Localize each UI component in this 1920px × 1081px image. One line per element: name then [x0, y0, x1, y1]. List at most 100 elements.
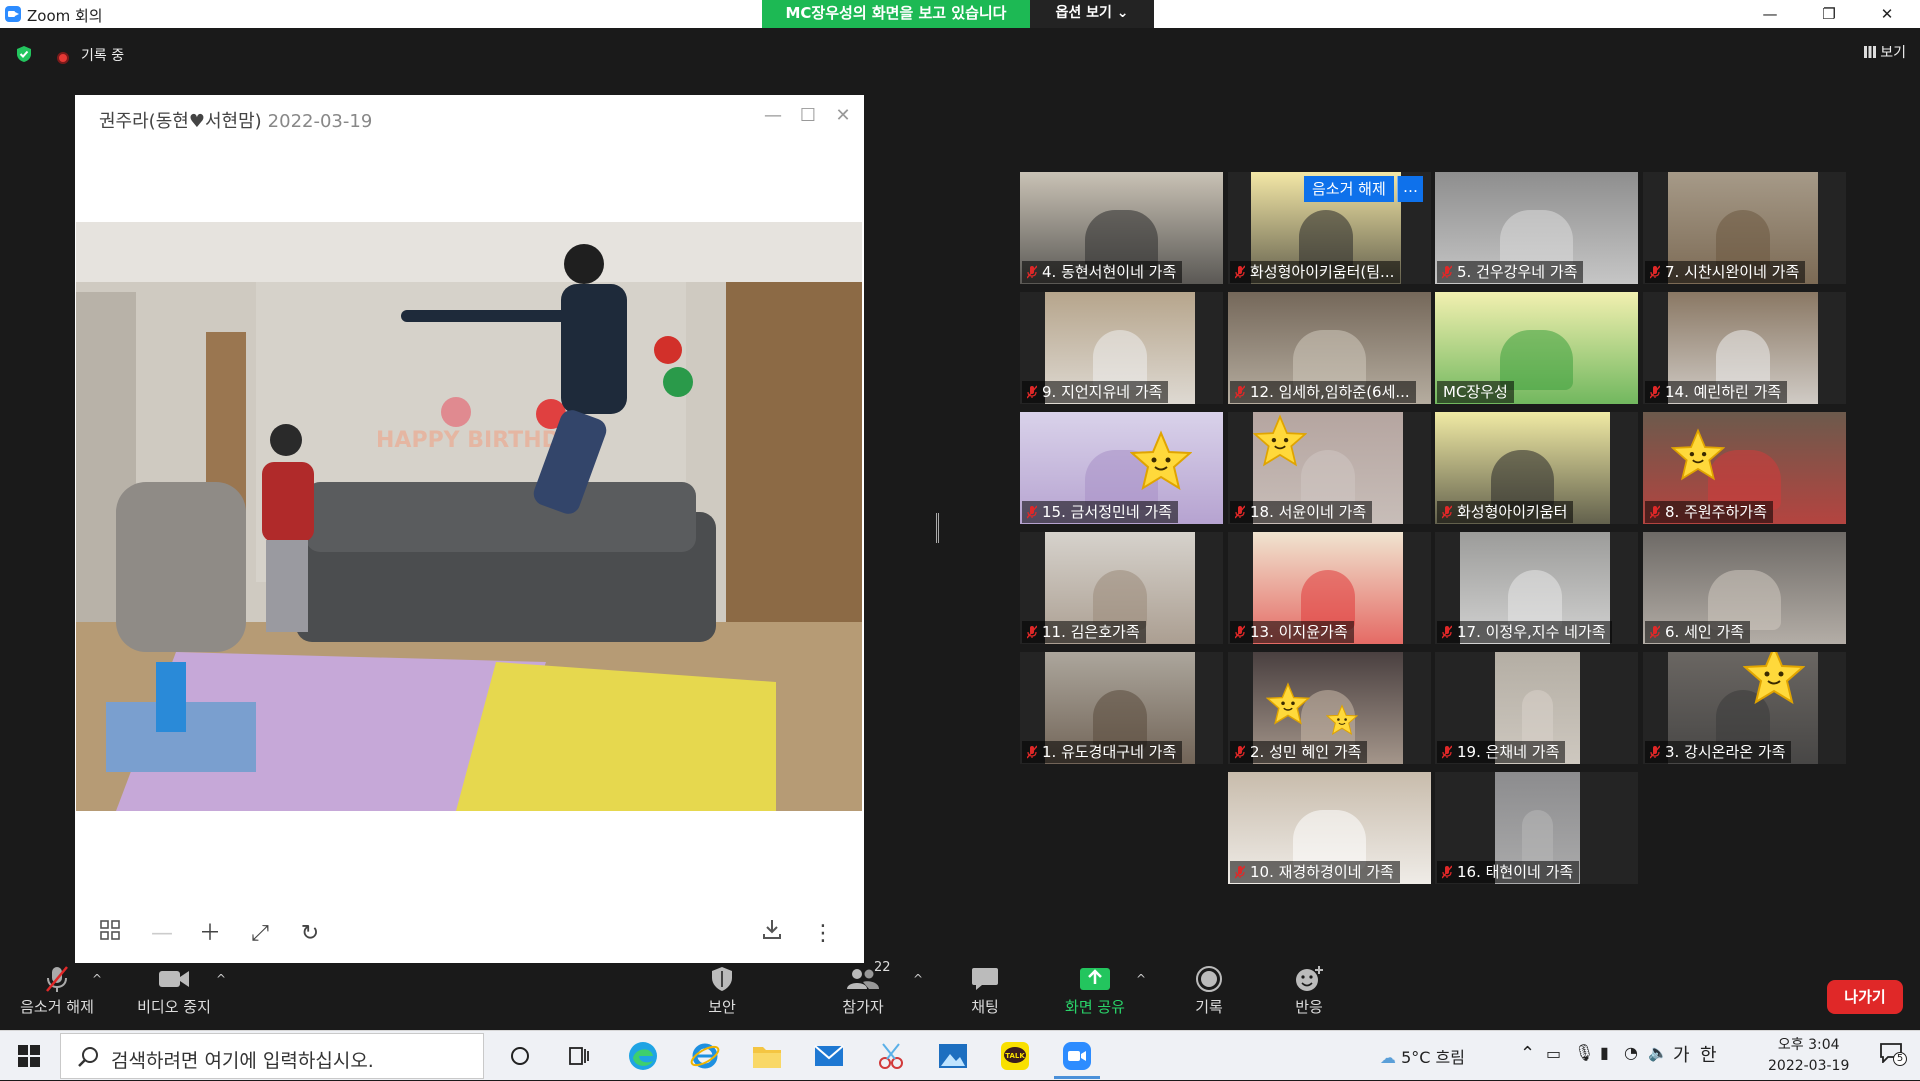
- viewer-close-button[interactable]: ✕: [828, 105, 858, 126]
- taskbar-search-box[interactable]: 검색하려면 여기에 입력하십시오.: [60, 1033, 484, 1079]
- shared-image-viewer: 권주라(동현♥서현맘) 2022-03-19 — ☐ ✕ HAPPY BIRTH…: [75, 95, 864, 963]
- participant-name: 11. 김은호가족: [1022, 621, 1146, 643]
- participant-tile[interactable]: 11. 김은호가족: [1020, 532, 1223, 644]
- clock[interactable]: 오후 3:04 2022-03-19: [1768, 1035, 1849, 1077]
- share-options-caret[interactable]: ^: [1136, 972, 1146, 986]
- internet-explorer-button[interactable]: [676, 1033, 734, 1079]
- task-view-button[interactable]: [550, 1033, 608, 1079]
- stop-video-button[interactable]: 비디오 중지: [128, 962, 220, 1030]
- participant-tile[interactable]: 16. 태현이네 가족: [1435, 772, 1638, 884]
- share-screen-button[interactable]: 화면 공유: [1060, 962, 1130, 1030]
- download-button[interactable]: [755, 917, 789, 951]
- chat-label: 채팅: [971, 998, 999, 1016]
- participant-tile[interactable]: 12. 임세하,임하준(6세...: [1228, 292, 1431, 404]
- tile-unmute-button[interactable]: 음소거 해제: [1304, 176, 1394, 202]
- participant-tile[interactable]: 9. 지언지유네 가족: [1020, 292, 1223, 404]
- microphone-icon[interactable]: 🎙: [1574, 1043, 1594, 1062]
- network-icon[interactable]: ◔: [1624, 1043, 1638, 1062]
- participant-name-text: 3. 강시온라온 가족: [1665, 743, 1786, 761]
- view-layout-button[interactable]: 보기: [1864, 42, 1906, 62]
- participant-tile[interactable]: 화성형아이키움터: [1435, 412, 1638, 524]
- snipping-tool-button[interactable]: [862, 1033, 920, 1079]
- participant-tile[interactable]: 15. 금서정민네 가족: [1020, 412, 1223, 524]
- kakaotalk-icon: TALK: [1001, 1042, 1029, 1070]
- ime-indicator[interactable]: 가: [1673, 1041, 1690, 1067]
- viewer-minimize-button[interactable]: —: [758, 105, 788, 126]
- participant-name-text: 17. 이정우,지수 네가족: [1457, 623, 1606, 641]
- participant-tile[interactable]: 6. 세인 가족: [1643, 532, 1846, 644]
- fit-screen-button[interactable]: ⤢: [243, 917, 277, 951]
- zoom-in-button[interactable]: ＋: [193, 917, 227, 951]
- muted-mic-icon: [1442, 505, 1452, 519]
- mail-button[interactable]: [800, 1033, 858, 1079]
- file-explorer-button[interactable]: [738, 1033, 796, 1079]
- participant-tile[interactable]: 2. 성민 혜인 가족: [1228, 652, 1431, 764]
- more-options-button[interactable]: ⋮: [806, 917, 840, 951]
- zoom-taskbar-button[interactable]: [1048, 1033, 1106, 1079]
- view-options-button[interactable]: 옵션 보기 ⌄: [1030, 0, 1154, 28]
- participant-name: 1. 유도경대구네 가족: [1022, 741, 1183, 763]
- stop-video-label: 비디오 중지: [137, 998, 211, 1016]
- record-button[interactable]: 기록: [1190, 962, 1228, 1030]
- thumbnail-grid-button[interactable]: [93, 917, 127, 951]
- security-label: 보안: [708, 998, 736, 1016]
- restore-button[interactable]: ❐: [1806, 0, 1852, 28]
- participant-tile[interactable]: 5. 건우강우네 가족: [1435, 172, 1638, 284]
- participant-name: 8. 주원주하가족: [1645, 501, 1773, 523]
- tray-expand-chevron-icon[interactable]: ⌃: [1520, 1043, 1535, 1064]
- device-icon[interactable]: ▭: [1546, 1044, 1561, 1063]
- participant-tile[interactable]: 7. 시찬시완이네 가족: [1643, 172, 1846, 284]
- participants-options-caret[interactable]: ^: [913, 972, 923, 986]
- windows-start-icon[interactable]: [18, 1045, 40, 1067]
- participant-tile[interactable]: 8. 주원주하가족: [1643, 412, 1846, 524]
- participant-name-text: 9. 지언지유네 가족: [1042, 383, 1163, 401]
- participant-tile[interactable]: 1. 유도경대구네 가족: [1020, 652, 1223, 764]
- participant-tile[interactable]: MC장우성: [1435, 292, 1638, 404]
- participants-button[interactable]: 22 참가자: [826, 960, 900, 1030]
- participant-tile[interactable]: 13. 이지윤가족: [1228, 532, 1431, 644]
- panel-resize-handle[interactable]: [936, 513, 939, 543]
- record-label: 기록: [1195, 998, 1223, 1016]
- security-button[interactable]: 보안: [700, 962, 744, 1030]
- reactions-label: 반응: [1295, 998, 1323, 1016]
- participant-tile[interactable]: 3. 강시온라온 가족: [1643, 652, 1846, 764]
- minimize-button[interactable]: —: [1747, 0, 1793, 28]
- participant-name: 12. 임세하,임하준(6세...: [1230, 381, 1416, 403]
- language-indicator[interactable]: 한: [1700, 1041, 1717, 1067]
- participant-name: 화성형아이키움터(팀...: [1230, 261, 1401, 283]
- close-button[interactable]: ✕: [1864, 0, 1910, 28]
- participant-tile[interactable]: 18. 서윤이네 가족: [1228, 412, 1431, 524]
- unmute-button[interactable]: 음소거 해제: [14, 962, 100, 1030]
- participant-tile[interactable]: 10. 재경하경이네 가족: [1228, 772, 1431, 884]
- cortana-button[interactable]: [491, 1033, 549, 1079]
- zoom-out-button[interactable]: —: [145, 917, 179, 951]
- participant-tile[interactable]: 17. 이정우,지수 네가족: [1435, 532, 1638, 644]
- participant-name-text: 16. 태현이네 가족: [1457, 863, 1574, 881]
- tile-more-button[interactable]: …: [1397, 176, 1423, 202]
- chat-button[interactable]: 채팅: [960, 962, 1010, 1030]
- task-view-icon: [569, 1047, 589, 1065]
- kebab-icon: ⋮: [812, 921, 834, 946]
- search-icon: [78, 1047, 98, 1067]
- leave-meeting-button[interactable]: 나가기: [1827, 980, 1903, 1014]
- participant-tile[interactable]: 19. 은채네 가족: [1435, 652, 1638, 764]
- battery-icon[interactable]: ▮: [1600, 1043, 1609, 1062]
- viewer-maximize-button[interactable]: ☐: [793, 105, 823, 126]
- muted-mic-icon: [1442, 745, 1452, 759]
- reactions-button[interactable]: 반응: [1289, 962, 1329, 1030]
- muted-mic-icon: [1027, 385, 1037, 399]
- participant-tile[interactable]: 4. 동현서현이네 가족: [1020, 172, 1223, 284]
- muted-mic-icon: [1235, 625, 1245, 639]
- notification-center-button[interactable]: 5: [1880, 1043, 1907, 1067]
- video-options-caret[interactable]: ^: [216, 972, 226, 986]
- weather-widget[interactable]: ☁ 5°C 흐림: [1380, 1044, 1465, 1068]
- volume-icon[interactable]: 🔈: [1648, 1043, 1668, 1062]
- participant-tile[interactable]: 14. 예린하린 가족: [1643, 292, 1846, 404]
- rotate-button[interactable]: ↻: [293, 917, 327, 951]
- audio-options-caret[interactable]: ^: [92, 972, 102, 986]
- participant-name-text: 8. 주원주하가족: [1665, 503, 1767, 521]
- kakaotalk-button[interactable]: TALK: [986, 1033, 1044, 1079]
- photos-button[interactable]: [924, 1033, 982, 1079]
- encryption-shield-icon[interactable]: [15, 45, 33, 63]
- edge-browser-button[interactable]: [614, 1033, 672, 1079]
